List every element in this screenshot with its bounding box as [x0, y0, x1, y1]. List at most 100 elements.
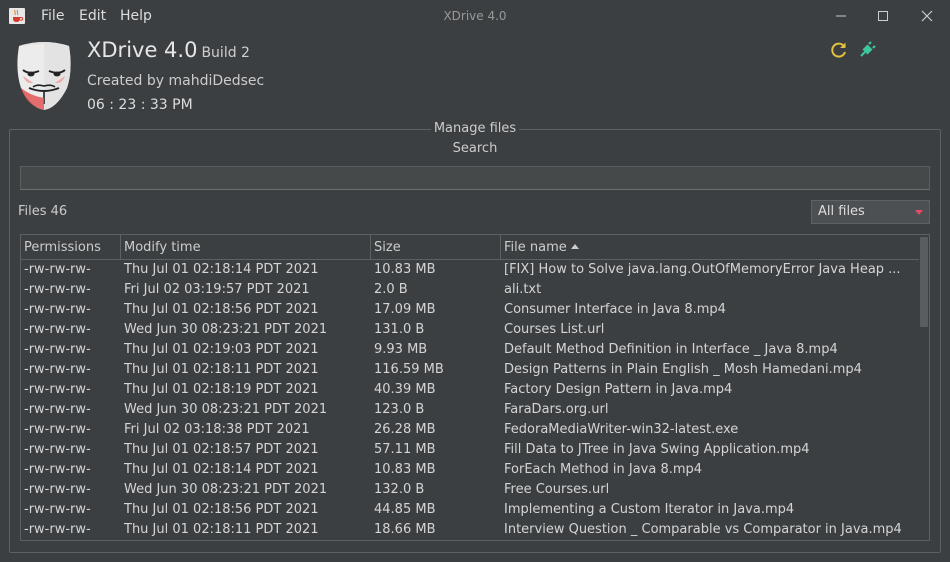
menu-file[interactable]: File — [41, 0, 64, 32]
size-cell: 40.39 MB — [374, 382, 436, 397]
modify-time-cell: Fri Jul 02 03:19:57 PDT 2021 — [124, 282, 310, 297]
table-row[interactable]: -rw-rw-rw- Wed Jun 30 08:23:21 PDT 2021 13… — [21, 480, 919, 500]
column-header-file-name-label: File name — [504, 240, 567, 255]
table-row[interactable]: -rw-rw-rw- Fri Jul 02 03:19:57 PDT 2021 2.… — [21, 280, 919, 300]
size-cell: 17.09 MB — [374, 302, 436, 317]
permissions-cell: -rw-rw-rw- — [24, 262, 91, 277]
permissions-cell: -rw-rw-rw- — [24, 322, 91, 337]
file-name-cell: ForEach Method in Java 8.mp4 — [504, 462, 703, 477]
permissions-cell: -rw-rw-rw- — [24, 302, 91, 317]
modify-time-cell: Thu Jul 01 02:18:11 PDT 2021 — [124, 362, 319, 377]
size-cell: 131.0 B — [374, 322, 425, 337]
permissions-cell: -rw-rw-rw- — [24, 462, 91, 477]
column-header-modify-time[interactable]: Modify time — [121, 235, 371, 260]
modify-time-cell: Wed Jun 30 08:23:21 PDT 2021 — [124, 322, 328, 337]
size-cell: 57.11 MB — [374, 442, 436, 457]
table-row[interactable]: -rw-rw-rw- Thu Jul 01 02:19:03 PDT 2021 9.… — [21, 340, 919, 360]
maximize-icon — [878, 11, 888, 21]
table-row[interactable]: -rw-rw-rw- Thu Jul 01 02:18:11 PDT 2021 11… — [21, 360, 919, 380]
modify-time-cell: Wed Jun 30 08:23:21 PDT 2021 — [124, 482, 328, 497]
file-filter-value: All files — [818, 204, 865, 219]
search-input[interactable] — [20, 166, 930, 190]
table-header: Permissions Modify time Size File name — [21, 235, 919, 260]
permissions-cell: -rw-rw-rw- — [24, 422, 91, 437]
minimize-icon — [836, 15, 846, 17]
title-bar: File Edit Help XDrive 4.0 — [0, 0, 950, 32]
table-row[interactable]: -rw-rw-rw- Thu Jul 01 02:18:57 PDT 2021 57… — [21, 440, 919, 460]
close-button[interactable] — [904, 0, 950, 32]
file-name-cell: [FIX] How to Solve java.lang.OutOfMemory… — [504, 262, 901, 277]
minimize-button[interactable] — [818, 0, 864, 32]
permissions-cell: -rw-rw-rw- — [24, 342, 91, 357]
modify-time-cell: Thu Jul 01 02:19:03 PDT 2021 — [124, 342, 319, 357]
size-cell: 10.83 MB — [374, 262, 436, 277]
table-row[interactable]: -rw-rw-rw- Fri Jul 02 03:18:38 PDT 2021 26… — [21, 420, 919, 440]
column-header-file-name[interactable]: File name — [501, 235, 919, 260]
anonymous-mask-icon — [17, 42, 71, 110]
permissions-cell: -rw-rw-rw- — [24, 482, 91, 497]
plug-icon[interactable] — [857, 40, 877, 60]
permissions-cell: -rw-rw-rw- — [24, 402, 91, 417]
modify-time-cell: Thu Jul 01 02:18:19 PDT 2021 — [124, 382, 319, 397]
size-cell: 26.28 MB — [374, 422, 436, 437]
vertical-scrollbar[interactable] — [919, 235, 929, 540]
size-cell: 123.0 B — [374, 402, 425, 417]
chevron-down-icon — [915, 210, 923, 215]
menu-edit[interactable]: Edit — [79, 0, 106, 32]
size-cell: 116.59 MB — [374, 362, 444, 377]
file-name-cell: FaraDars.org.url — [504, 402, 609, 417]
modify-time-cell: Wed Jun 30 08:23:21 PDT 2021 — [124, 402, 328, 417]
file-filter-select[interactable]: All files — [811, 200, 930, 224]
table-body: -rw-rw-rw- Thu Jul 01 02:18:14 PDT 2021 10… — [21, 260, 919, 540]
file-name-cell: Fill Data to JTree in Java Swing Applica… — [504, 442, 810, 457]
file-name-cell: Free Courses.url — [504, 482, 610, 497]
modify-time-cell: Fri Jul 02 03:18:38 PDT 2021 — [124, 422, 310, 437]
size-cell: 9.93 MB — [374, 342, 428, 357]
refresh-icon[interactable] — [829, 40, 849, 60]
permissions-cell: -rw-rw-rw- — [24, 502, 91, 517]
modify-time-cell: Thu Jul 01 02:18:56 PDT 2021 — [124, 502, 319, 517]
permissions-cell: -rw-rw-rw- — [24, 362, 91, 377]
table-row[interactable]: -rw-rw-rw- Thu Jul 01 02:18:19 PDT 2021 40… — [21, 380, 919, 400]
file-name-cell: ali.txt — [504, 282, 542, 297]
table-row[interactable]: -rw-rw-rw- Thu Jul 01 02:18:56 PDT 2021 17… — [21, 300, 919, 320]
file-name-cell: Interview Question _ Comparable vs Compa… — [504, 522, 902, 537]
column-header-permissions[interactable]: Permissions — [21, 235, 121, 260]
java-cup-icon — [9, 8, 25, 24]
search-label: Search — [452, 141, 498, 156]
author-label: Created by mahdiDedsec — [87, 73, 265, 89]
file-name-cell: FedoraMediaWriter-win32-latest.exe — [504, 422, 739, 437]
file-name-cell: Implementing a Custom Iterator in Java.m… — [504, 502, 795, 517]
modify-time-cell: Thu Jul 01 02:18:14 PDT 2021 — [124, 462, 319, 477]
size-cell: 132.0 B — [374, 482, 425, 497]
modify-time-cell: Thu Jul 01 02:18:11 PDT 2021 — [124, 522, 319, 537]
file-name-cell: Default Method Definition in Interface _… — [504, 342, 838, 357]
clock-label: 06 : 23 : 33 PM — [87, 97, 193, 113]
column-header-size[interactable]: Size — [371, 235, 501, 260]
table-row[interactable]: -rw-rw-rw- Thu Jul 01 02:18:11 PDT 2021 18… — [21, 520, 919, 540]
permissions-cell: -rw-rw-rw- — [24, 442, 91, 457]
app-name: XDrive 4.0 Build 2 — [87, 38, 250, 62]
size-cell: 2.0 B — [374, 282, 408, 297]
table-row[interactable]: -rw-rw-rw- Thu Jul 01 02:18:14 PDT 2021 10… — [21, 460, 919, 480]
scrollbar-thumb[interactable] — [920, 237, 928, 327]
close-icon — [921, 10, 933, 22]
maximize-button[interactable] — [860, 0, 906, 32]
permissions-cell: -rw-rw-rw- — [24, 522, 91, 537]
file-name-cell: Factory Design Pattern in Java.mp4 — [504, 382, 733, 397]
permissions-cell: -rw-rw-rw- — [24, 382, 91, 397]
app-build: Build 2 — [201, 45, 250, 61]
panel-title: Manage files — [0, 121, 950, 136]
files-count: Files 46 — [18, 204, 68, 219]
table-row[interactable]: -rw-rw-rw- Thu Jul 01 02:18:56 PDT 2021 44… — [21, 500, 919, 520]
table-row[interactable]: -rw-rw-rw- Wed Jun 30 08:23:21 PDT 2021 12… — [21, 400, 919, 420]
table-row[interactable]: -rw-rw-rw- Wed Jun 30 08:23:21 PDT 2021 13… — [21, 320, 919, 340]
modify-time-cell: Thu Jul 01 02:18:56 PDT 2021 — [124, 302, 319, 317]
permissions-cell: -rw-rw-rw- — [24, 282, 91, 297]
file-name-cell: Consumer Interface in Java 8.mp4 — [504, 302, 726, 317]
files-table[interactable]: Permissions Modify time Size File name -… — [20, 234, 930, 541]
table-row[interactable]: -rw-rw-rw- Thu Jul 01 02:18:14 PDT 2021 10… — [21, 260, 919, 280]
modify-time-cell: Thu Jul 01 02:18:14 PDT 2021 — [124, 262, 319, 277]
menu-help[interactable]: Help — [120, 0, 152, 32]
size-cell: 18.66 MB — [374, 522, 436, 537]
